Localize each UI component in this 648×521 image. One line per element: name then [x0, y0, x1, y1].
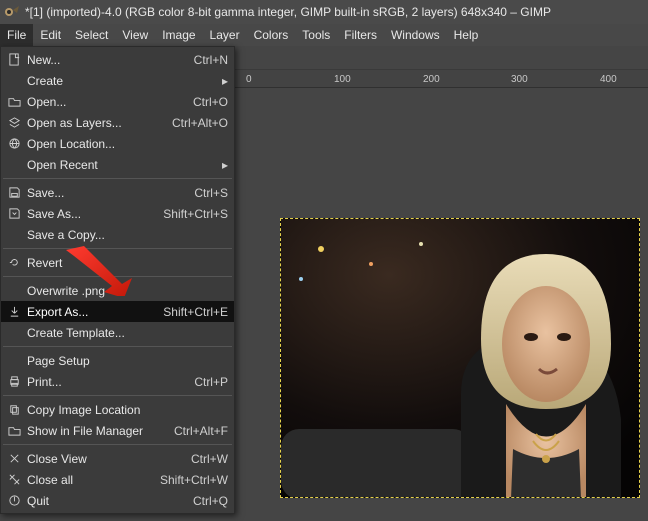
menu-item-open-as-layers[interactable]: Open as Layers...Ctrl+Alt+O — [1, 112, 234, 133]
menubar-item-colors[interactable]: Colors — [247, 24, 296, 46]
menubar-item-windows[interactable]: Windows — [384, 24, 447, 46]
menu-item-open[interactable]: Open...Ctrl+O — [1, 91, 234, 112]
menu-item-shortcut: Ctrl+N — [194, 53, 228, 67]
ruler-tick: 100 — [334, 74, 351, 85]
titlebar: *[1] (imported)-4.0 (RGB color 8-bit gam… — [0, 0, 648, 24]
menu-separator — [3, 248, 232, 249]
menu-item-shortcut: Ctrl+Alt+O — [172, 116, 228, 130]
menubar-item-view[interactable]: View — [115, 24, 155, 46]
saveas-icon — [5, 207, 23, 220]
menu-item-shortcut: Ctrl+P — [194, 375, 228, 389]
globe-icon — [5, 137, 23, 150]
menu-item-save-as[interactable]: Save As...Shift+Ctrl+S — [1, 203, 234, 224]
save-icon — [5, 186, 23, 199]
menu-item-shortcut: Ctrl+Alt+F — [174, 424, 228, 438]
menu-item-label: Page Setup — [23, 354, 228, 368]
menu-item-shortcut: Shift+Ctrl+W — [160, 473, 228, 487]
menu-item-show-in-file-manager[interactable]: Show in File ManagerCtrl+Alt+F — [1, 420, 234, 441]
menu-item-create[interactable]: Create▸ — [1, 70, 234, 91]
menu-item-shortcut: Ctrl+W — [191, 452, 228, 466]
menu-item-label: Create Template... — [23, 326, 228, 340]
menu-item-shortcut: Shift+Ctrl+E — [163, 305, 228, 319]
menu-item-label: Open Recent — [23, 158, 222, 172]
menu-item-label: Print... — [23, 375, 194, 389]
folder-icon — [5, 424, 23, 437]
ruler-tick: 200 — [423, 74, 440, 85]
menu-item-label: New... — [23, 53, 194, 67]
menu-item-label: Save a Copy... — [23, 228, 228, 242]
menu-item-label: Close all — [23, 473, 160, 487]
menu-item-label: Overwrite .png — [23, 284, 228, 298]
menu-separator — [3, 395, 232, 396]
menubar-item-help[interactable]: Help — [447, 24, 486, 46]
menubar-item-tools[interactable]: Tools — [295, 24, 337, 46]
menu-separator — [3, 276, 232, 277]
menubar-item-edit[interactable]: Edit — [33, 24, 68, 46]
menu-item-save-a-copy[interactable]: Save a Copy... — [1, 224, 234, 245]
window-title: *[1] (imported)-4.0 (RGB color 8-bit gam… — [25, 5, 551, 19]
closeall-icon — [5, 473, 23, 486]
ruler-tick: 300 — [511, 74, 528, 85]
menubar-item-select[interactable]: Select — [68, 24, 115, 46]
menu-item-label: Copy Image Location — [23, 403, 228, 417]
menu-separator — [3, 444, 232, 445]
image-canvas[interactable] — [280, 218, 640, 498]
menu-item-label: Save... — [23, 186, 194, 200]
menubar[interactable]: FileEditSelectViewImageLayerColorsToolsF… — [0, 24, 648, 46]
doc-icon — [5, 53, 23, 66]
quit-icon — [5, 494, 23, 507]
menu-item-create-template[interactable]: Create Template... — [1, 322, 234, 343]
menu-item-label: Open as Layers... — [23, 116, 172, 130]
gimp-app-icon — [4, 4, 20, 20]
file-menu[interactable]: New...Ctrl+NCreate▸Open...Ctrl+OOpen as … — [0, 46, 235, 514]
menu-separator — [3, 346, 232, 347]
menu-item-shortcut: Ctrl+S — [194, 186, 228, 200]
canvas-image — [281, 219, 640, 498]
menubar-item-image[interactable]: Image — [155, 24, 202, 46]
menu-item-page-setup[interactable]: Page Setup — [1, 350, 234, 371]
print-icon — [5, 375, 23, 388]
menu-item-shortcut: Shift+Ctrl+S — [163, 207, 228, 221]
menu-item-revert[interactable]: Revert — [1, 252, 234, 273]
export-icon — [5, 305, 23, 318]
menu-item-label: Create — [23, 74, 222, 88]
menu-item-label: Open Location... — [23, 137, 228, 151]
menubar-item-layer[interactable]: Layer — [203, 24, 247, 46]
menu-item-shortcut: Ctrl+O — [193, 95, 228, 109]
menu-item-close-all[interactable]: Close allShift+Ctrl+W — [1, 469, 234, 490]
menu-item-overwrite-png[interactable]: Overwrite .png — [1, 280, 234, 301]
menu-item-label: Quit — [23, 494, 193, 508]
menu-item-quit[interactable]: QuitCtrl+Q — [1, 490, 234, 511]
open-icon — [5, 95, 23, 108]
menu-item-copy-image-location[interactable]: Copy Image Location — [1, 399, 234, 420]
menu-item-label: Export As... — [23, 305, 163, 319]
submenu-arrow-icon: ▸ — [222, 158, 228, 172]
menu-item-label: Revert — [23, 256, 228, 270]
ruler-tick: 400 — [600, 74, 617, 85]
menu-item-label: Close View — [23, 452, 191, 466]
ruler-tick: 0 — [246, 74, 252, 85]
menubar-item-filters[interactable]: Filters — [337, 24, 384, 46]
menu-item-close-view[interactable]: Close ViewCtrl+W — [1, 448, 234, 469]
menu-item-open-recent[interactable]: Open Recent▸ — [1, 154, 234, 175]
menubar-item-file[interactable]: File — [0, 24, 33, 46]
close-icon — [5, 452, 23, 465]
menu-item-shortcut: Ctrl+Q — [193, 494, 228, 508]
menu-item-print[interactable]: Print...Ctrl+P — [1, 371, 234, 392]
menu-item-label: Show in File Manager — [23, 424, 174, 438]
menu-item-label: Save As... — [23, 207, 163, 221]
menu-item-export-as[interactable]: Export As...Shift+Ctrl+E — [1, 301, 234, 322]
menu-item-label: Open... — [23, 95, 193, 109]
layers-icon — [5, 116, 23, 129]
copy-icon — [5, 403, 23, 416]
menu-item-open-location[interactable]: Open Location... — [1, 133, 234, 154]
menu-item-save[interactable]: Save...Ctrl+S — [1, 182, 234, 203]
menu-item-new[interactable]: New...Ctrl+N — [1, 49, 234, 70]
menu-separator — [3, 178, 232, 179]
revert-icon — [5, 256, 23, 269]
submenu-arrow-icon: ▸ — [222, 74, 228, 88]
